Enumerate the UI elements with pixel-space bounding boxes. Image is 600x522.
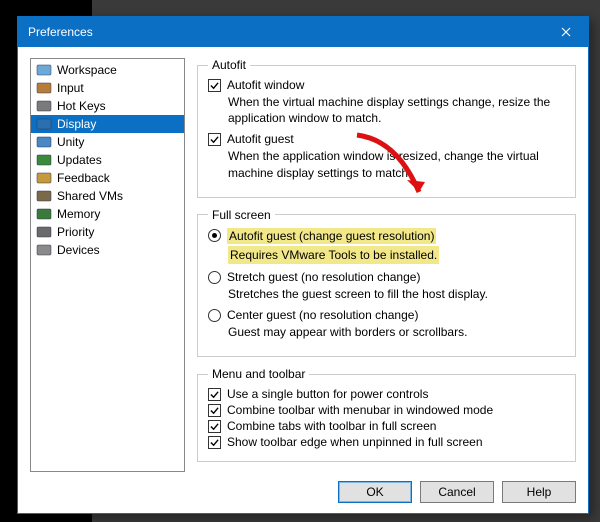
window-title: Preferences — [28, 25, 93, 39]
priority-icon — [36, 224, 52, 240]
fullscreen-stretch-label[interactable]: Stretch guest (no resolution change) — [227, 270, 420, 284]
menutoolbar-group: Menu and toolbar Use a single button for… — [197, 367, 576, 462]
sidebar-item-label: Display — [57, 117, 96, 131]
autofit-guest-label[interactable]: Autofit guest — [227, 132, 294, 146]
sidebar-item-label: Devices — [57, 243, 100, 257]
sidebar-item-label: Hot Keys — [57, 99, 106, 113]
sidebar-item-unity[interactable]: Unity — [31, 133, 184, 151]
sidebar-item-label: Feedback — [57, 171, 110, 185]
sidebar-item-label: Unity — [57, 135, 84, 149]
combine-toolbar-menubar-label[interactable]: Combine toolbar with menubar in windowed… — [227, 403, 493, 417]
ok-button[interactable]: OK — [338, 481, 412, 503]
sidebar-item-label: Memory — [57, 207, 100, 221]
sidebar-item-hot-keys[interactable]: Hot Keys — [31, 97, 184, 115]
unity-icon — [36, 134, 52, 150]
autofit-window-checkbox[interactable] — [208, 79, 221, 92]
sidebar-item-label: Workspace — [57, 63, 117, 77]
sidebar-item-label: Updates — [57, 153, 102, 167]
fullscreen-legend: Full screen — [208, 208, 275, 222]
memory-icon — [36, 206, 52, 222]
show-toolbar-edge-label[interactable]: Show toolbar edge when unpinned in full … — [227, 435, 483, 449]
hotkeys-icon — [36, 98, 52, 114]
fullscreen-center-label[interactable]: Center guest (no resolution change) — [227, 308, 418, 322]
sidebar-item-shared-vms[interactable]: Shared VMs — [31, 187, 184, 205]
show-toolbar-edge-checkbox[interactable] — [208, 436, 221, 449]
fullscreen-group: Full screen Autofit guest (change guest … — [197, 208, 576, 358]
single-power-button-label[interactable]: Use a single button for power controls — [227, 387, 428, 401]
menutoolbar-legend: Menu and toolbar — [208, 367, 309, 381]
close-icon — [561, 27, 571, 37]
sidebar-item-label: Input — [57, 81, 84, 95]
feedback-icon — [36, 170, 52, 186]
input-icon — [36, 80, 52, 96]
category-list[interactable]: Workspace Input Hot Keys Display Unity Update… — [30, 58, 185, 472]
autofit-guest-checkbox[interactable] — [208, 133, 221, 146]
workspace-icon — [36, 62, 52, 78]
close-button[interactable] — [543, 17, 588, 47]
updates-icon — [36, 152, 52, 168]
combine-tabs-toolbar-label[interactable]: Combine tabs with toolbar in full screen — [227, 419, 436, 433]
fullscreen-autofit-radio[interactable] — [208, 229, 221, 242]
help-button[interactable]: Help — [502, 481, 576, 503]
autofit-guest-desc: When the application window is resized, … — [228, 148, 565, 180]
fullscreen-stretch-radio[interactable] — [208, 271, 221, 284]
sidebar-item-workspace[interactable]: Workspace — [31, 61, 184, 79]
sidebar-item-input[interactable]: Input — [31, 79, 184, 97]
devices-icon — [36, 242, 52, 258]
sidebar-item-updates[interactable]: Updates — [31, 151, 184, 169]
autofit-window-label[interactable]: Autofit window — [227, 78, 304, 92]
sidebar-item-memory[interactable]: Memory — [31, 205, 184, 223]
shared-icon — [36, 188, 52, 204]
fullscreen-center-desc: Guest may appear with borders or scrollb… — [228, 324, 565, 340]
sidebar-item-priority[interactable]: Priority — [31, 223, 184, 241]
sidebar-item-feedback[interactable]: Feedback — [31, 169, 184, 187]
fullscreen-stretch-desc: Stretches the guest screen to fill the h… — [228, 286, 565, 302]
sidebar-item-label: Shared VMs — [57, 189, 123, 203]
autofit-group: Autofit Autofit window When the virtual … — [197, 58, 576, 198]
combine-toolbar-menubar-checkbox[interactable] — [208, 404, 221, 417]
preferences-dialog: Preferences Workspace Input Hot Keys Displa… — [17, 16, 589, 514]
sidebar-item-label: Priority — [57, 225, 94, 239]
fullscreen-autofit-label[interactable]: Autofit guest (change guest resolution) — [227, 228, 436, 244]
sidebar-item-devices[interactable]: Devices — [31, 241, 184, 259]
autofit-window-desc: When the virtual machine display setting… — [228, 94, 565, 126]
autofit-legend: Autofit — [208, 58, 250, 72]
sidebar-item-display[interactable]: Display — [31, 115, 184, 133]
single-power-button-checkbox[interactable] — [208, 388, 221, 401]
dialog-footer: OK Cancel Help — [18, 481, 588, 515]
fullscreen-autofit-desc: Requires VMware Tools to be installed. — [228, 246, 439, 264]
settings-pane: Autofit Autofit window When the virtual … — [197, 58, 576, 472]
fullscreen-center-radio[interactable] — [208, 309, 221, 322]
display-icon — [36, 116, 52, 132]
titlebar[interactable]: Preferences — [18, 17, 588, 47]
cancel-button[interactable]: Cancel — [420, 481, 494, 503]
combine-tabs-toolbar-checkbox[interactable] — [208, 420, 221, 433]
